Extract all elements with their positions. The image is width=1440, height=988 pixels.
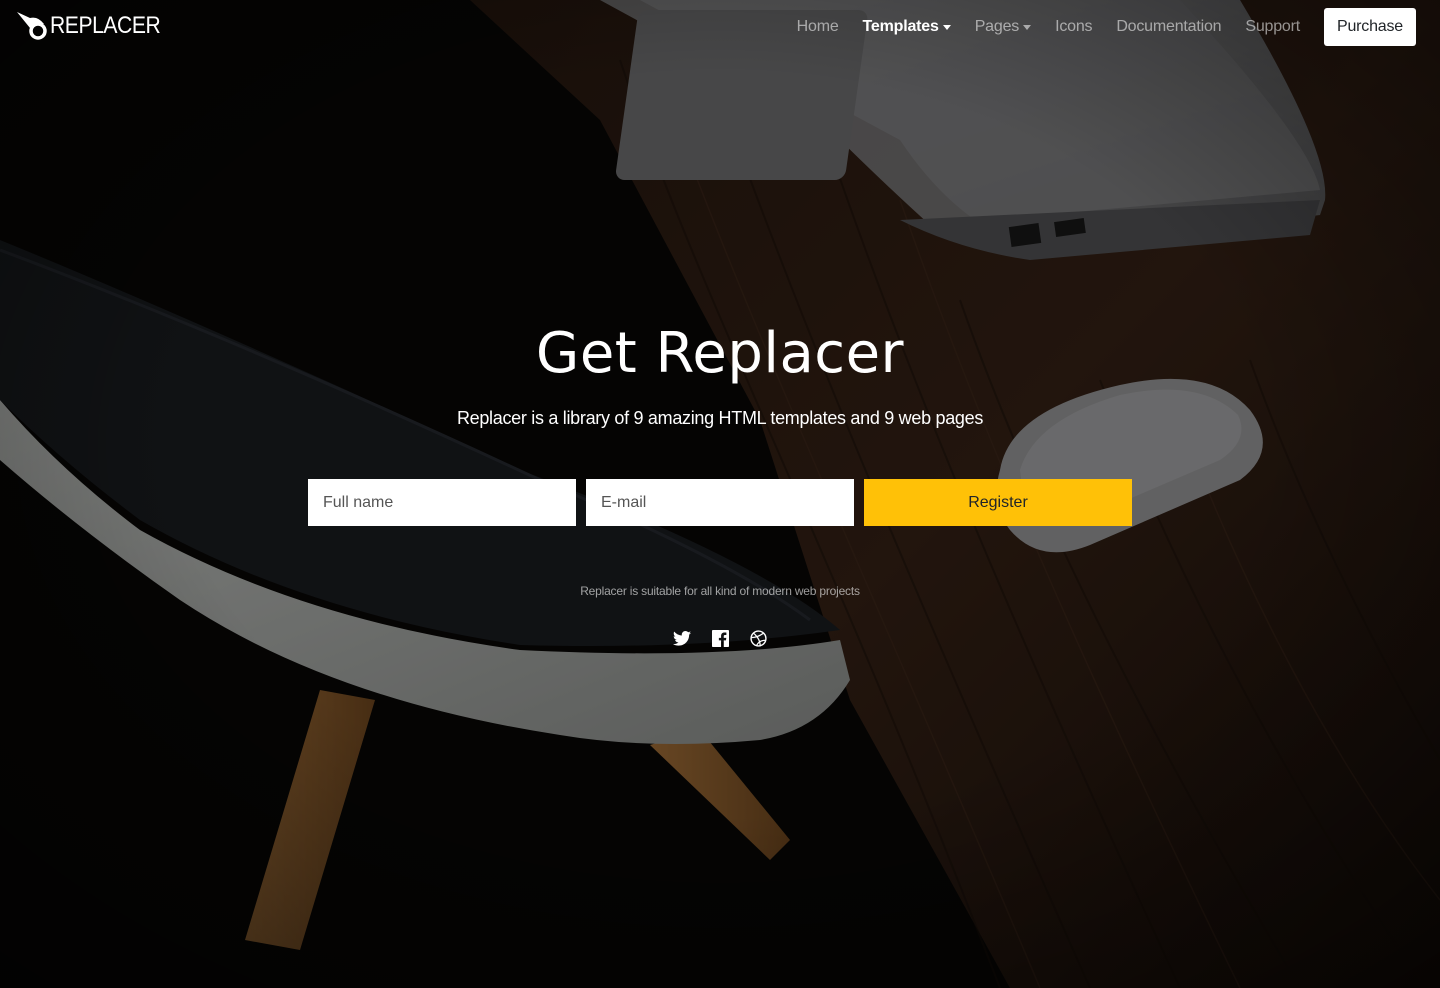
nav-item-label: Support (1245, 18, 1300, 35)
hero-title: Get Replacer (535, 321, 905, 386)
register-form: Register (308, 479, 1132, 526)
landing-page: REPLACER Home Templates Pages Icons Docu… (0, 0, 1440, 988)
nav-item-icons[interactable]: Icons (1055, 18, 1092, 36)
twitter-icon (673, 630, 691, 646)
nav-item-label: Pages (974, 18, 1020, 35)
nav-links: Home Templates Pages Icons Documentation… (773, 8, 1416, 46)
dribbble-link[interactable] (748, 628, 768, 648)
register-button[interactable]: Register (864, 479, 1132, 526)
social-links (0, 628, 1440, 648)
hero-subtitle: Replacer is a library of 9 amazing HTML … (456, 408, 984, 428)
nav-item-pages[interactable]: Pages (974, 18, 1032, 36)
nav-item-support[interactable]: Support (1245, 18, 1300, 36)
brand-logo[interactable]: REPLACER (16, 8, 175, 44)
full-name-input[interactable] (308, 479, 576, 526)
email-input[interactable] (586, 479, 854, 526)
nav-item-label: Documentation (1116, 18, 1222, 35)
brand-name: REPLACER (50, 12, 161, 39)
footnote-text: Replacer is suitable for all kind of mod… (580, 584, 860, 598)
hero-section: Get Replacer Replacer is a library of 9 … (0, 318, 1440, 430)
nav-item-label: Templates (862, 18, 939, 35)
facebook-icon (711, 629, 729, 647)
nav-item-documentation[interactable]: Documentation (1116, 18, 1221, 36)
caret-down-icon (942, 25, 951, 30)
nav-item-label: Home (796, 18, 839, 35)
twitter-link[interactable] (672, 628, 692, 648)
nav-item-templates[interactable]: Templates (863, 18, 951, 36)
purchase-button[interactable]: Purchase (1324, 8, 1416, 46)
replacer-logo-icon (17, 12, 47, 40)
dribbble-icon (749, 629, 767, 647)
nav-item-label: Icons (1055, 18, 1093, 35)
caret-down-icon (1023, 25, 1032, 30)
facebook-link[interactable] (710, 628, 730, 648)
nav-item-home[interactable]: Home (797, 18, 839, 36)
navbar: REPLACER Home Templates Pages Icons Docu… (0, 0, 1440, 56)
